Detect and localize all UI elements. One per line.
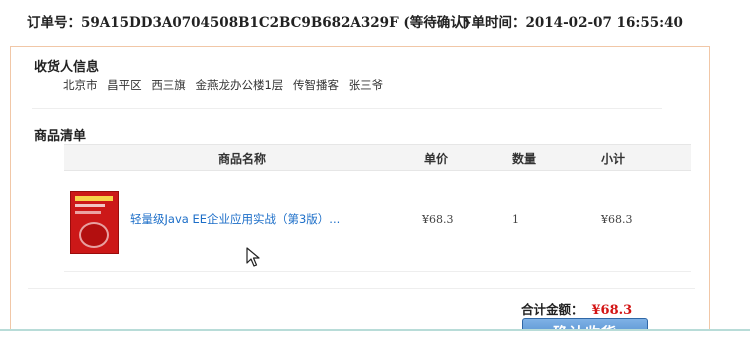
receiver-area: 西三旗: [151, 78, 186, 92]
divider: [32, 108, 662, 109]
order-total: 合计金额： ¥68.3: [521, 299, 632, 318]
product-thumbnail[interactable]: [70, 191, 119, 254]
divider: [28, 288, 695, 289]
header-name: 商品名称: [218, 152, 267, 166]
product-subtotal: ¥68.3: [601, 213, 633, 226]
items-title: 商品清单: [34, 129, 87, 144]
order-time: 下单时间：2014-02-07 16:55:40: [458, 11, 683, 31]
total-amount: ¥68.3: [591, 303, 633, 318]
total-label: 合计金额：: [521, 302, 584, 317]
order-time-value: 2014-02-07 16:55:40: [525, 15, 683, 31]
order-header: 订单号：59A15DD3A0704508B1C2BC9B682A329F (等待…: [27, 11, 717, 31]
header-quantity: 数量: [512, 152, 537, 166]
receiver-address: 北京市 昌平区 西三旗 金燕龙办公楼1层 传智播客 张三爷: [63, 77, 389, 93]
receiver-district: 昌平区: [107, 78, 142, 92]
table-row: 轻量级Java EE企业应用实战（第3版）... ¥68.3 1 ¥68.3: [64, 171, 691, 272]
order-number-label: 订单号：: [27, 15, 81, 31]
header-subtotal: 小计: [601, 152, 626, 166]
bottom-divider: [0, 329, 750, 338]
order-detail-page: 订单号：59A15DD3A0704508B1C2BC9B682A329F (等待…: [0, 0, 750, 338]
product-price: ¥68.3: [422, 213, 454, 226]
receiver-title: 收货人信息: [34, 60, 100, 75]
product-name-link[interactable]: 轻量级Java EE企业应用实战（第3版）...: [130, 211, 340, 227]
receiver-city: 北京市: [63, 78, 98, 92]
mouse-pointer-icon: [246, 247, 260, 267]
receiver-company: 传智播客: [292, 78, 339, 92]
header-price: 单价: [424, 152, 449, 166]
order-time-label: 下单时间：: [458, 15, 526, 31]
order-panel: 收货人信息 北京市 昌平区 西三旗 金燕龙办公楼1层 传智播客 张三爷 商品清单…: [10, 46, 710, 338]
items-table-header: 商品名称 单价 数量 小计: [64, 144, 691, 171]
receiver-building: 金燕龙办公楼1层: [195, 78, 284, 92]
receiver-name: 张三爷: [348, 78, 384, 92]
product-quantity: 1: [512, 213, 519, 226]
order-number: 59A15DD3A0704508B1C2BC9B682A329F: [81, 15, 399, 31]
